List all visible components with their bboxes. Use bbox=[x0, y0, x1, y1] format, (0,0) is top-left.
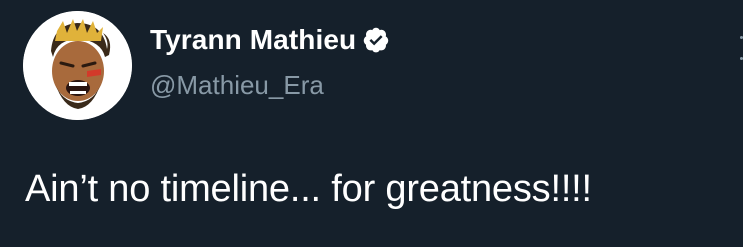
tweet-text: Ain’t no timeline... for greatness!!!! bbox=[25, 168, 592, 210]
user-handle[interactable]: @Mathieu_Era bbox=[150, 70, 324, 101]
avatar-illustration bbox=[23, 11, 132, 120]
verified-badge-icon bbox=[363, 27, 389, 53]
more-options-icon[interactable] bbox=[731, 36, 743, 60]
avatar[interactable] bbox=[23, 11, 132, 120]
tweet-card: Tyrann Mathieu @Mathieu_Era Ain’t no tim… bbox=[0, 0, 743, 247]
display-name-row: Tyrann Mathieu bbox=[150, 24, 390, 56]
display-name[interactable]: Tyrann Mathieu bbox=[150, 24, 356, 56]
